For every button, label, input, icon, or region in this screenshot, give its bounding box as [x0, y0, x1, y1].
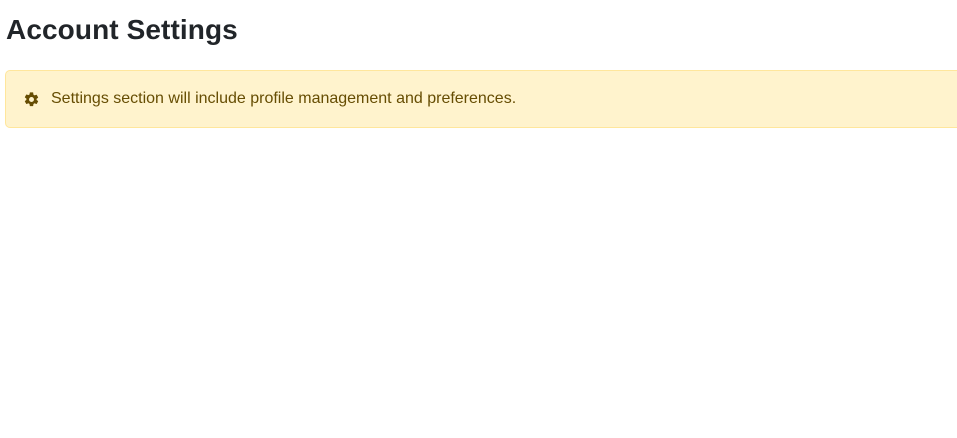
- settings-info-alert: Settings section will include profile ma…: [5, 70, 957, 128]
- alert-message: Settings section will include profile ma…: [51, 90, 517, 107]
- settings-page: Account Settings Settings section will i…: [0, 0, 957, 438]
- gear-icon: [22, 90, 40, 108]
- page-title: Account Settings: [6, 14, 238, 45]
